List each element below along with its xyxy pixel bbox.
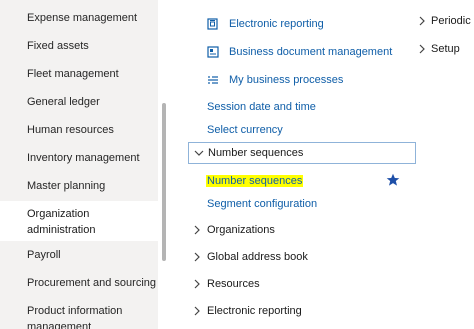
sidebar-scrollbar[interactable] — [160, 0, 168, 329]
sidebar-item-inventory-management[interactable]: Inventory management — [0, 150, 158, 166]
link-number-sequences[interactable]: Number sequences — [206, 173, 304, 189]
sidebar-item-expense-management[interactable]: Expense management — [0, 10, 158, 26]
link-select-currency[interactable]: Select currency — [207, 122, 283, 138]
chevron-right-icon — [419, 44, 425, 54]
module-sidebar: Expense management Fixed assets Fleet ma… — [0, 0, 158, 329]
sidebar-item-fleet-management[interactable]: Fleet management — [0, 66, 158, 82]
link-business-document-management[interactable]: Business document management — [229, 44, 392, 60]
sidebar-item-human-resources[interactable]: Human resources — [0, 122, 158, 138]
sidebar-item-fixed-assets[interactable]: Fixed assets — [0, 38, 158, 54]
group-resources[interactable]: Resources — [188, 275, 413, 293]
group-number-sequences-header[interactable]: Number sequences — [188, 142, 416, 164]
sidebar-item-general-ledger[interactable]: General ledger — [0, 94, 158, 110]
electronic-reporting-icon — [207, 18, 218, 30]
chevron-right-icon — [194, 306, 200, 316]
group-electronic-reporting[interactable]: Electronic reporting — [188, 302, 413, 320]
business-document-icon — [207, 46, 219, 58]
business-process-icon — [208, 76, 218, 84]
group-global-address-book[interactable]: Global address book — [188, 248, 413, 266]
chevron-down-icon — [194, 150, 204, 156]
group-organizations[interactable]: Organizations — [188, 221, 413, 239]
sidebar-item-organization-administration[interactable]: Organization administration — [0, 201, 158, 241]
sidebar-item-master-planning[interactable]: Master planning — [0, 178, 158, 194]
link-electronic-reporting[interactable]: Electronic reporting — [229, 16, 324, 32]
sidebar-scroll-thumb[interactable] — [162, 103, 166, 261]
favorite-star-icon[interactable] — [386, 173, 400, 187]
chevron-right-icon — [419, 16, 425, 26]
sidebar-item-product-information-management[interactable]: Product information management — [0, 303, 158, 329]
link-segment-configuration[interactable]: Segment configuration — [207, 196, 317, 212]
group-periodic[interactable]: Periodic — [418, 12, 474, 30]
group-number-sequences-label: Number sequences — [208, 147, 304, 159]
link-session-date-and-time[interactable]: Session date and time — [207, 99, 316, 115]
group-setup[interactable]: Setup — [418, 40, 474, 58]
chevron-right-icon — [194, 279, 200, 289]
chevron-right-icon — [194, 252, 200, 262]
sidebar-item-procurement-and-sourcing[interactable]: Procurement and sourcing — [0, 275, 158, 291]
sidebar-item-payroll[interactable]: Payroll — [0, 247, 158, 263]
link-my-business-processes[interactable]: My business processes — [229, 72, 343, 88]
chevron-right-icon — [194, 225, 200, 235]
